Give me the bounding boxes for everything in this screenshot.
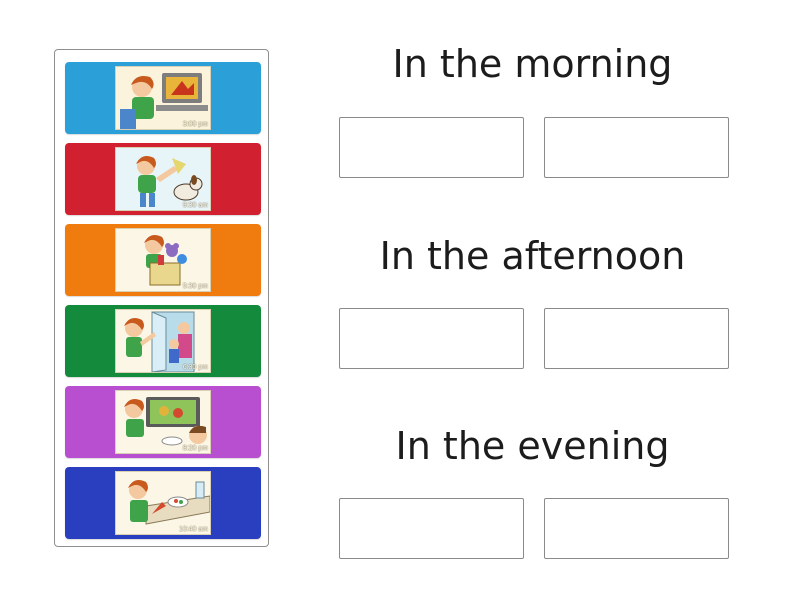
- scene-image: 8:20 pm: [115, 390, 211, 454]
- scene-image: 10:40 am: [115, 471, 211, 535]
- card-time-label: 9:30 am: [182, 202, 208, 209]
- scene-image: 3:00 pm: [115, 66, 211, 130]
- picture-card-tv[interactable]: 8:20 pm: [65, 386, 261, 458]
- group-heading-evening: In the evening: [395, 424, 670, 468]
- drop-zone-afternoon-1[interactable]: [339, 308, 524, 369]
- drop-zone-evening-2[interactable]: [544, 498, 729, 559]
- picture-card-computer[interactable]: 3:00 pm: [65, 62, 261, 134]
- picture-card-dog[interactable]: 9:30 am: [65, 143, 261, 215]
- card-time-label: 8:20 pm: [182, 445, 208, 452]
- picture-card-meal[interactable]: 10:40 am: [65, 467, 261, 539]
- card-tray: 3:00 pm 9:30 am 5:30 pm 6:30 pm 8:20 pm …: [54, 49, 269, 547]
- group-heading-morning: In the morning: [392, 42, 673, 86]
- card-time-label: 5:30 pm: [182, 283, 208, 290]
- drop-zone-afternoon-2[interactable]: [544, 308, 729, 369]
- card-time-label: 10:40 am: [178, 526, 208, 533]
- drop-zone-morning-2[interactable]: [544, 117, 729, 178]
- card-time-label: 6:30 pm: [182, 364, 208, 371]
- scene-image: 5:30 pm: [115, 228, 211, 292]
- group-sort-activity: 3:00 pm 9:30 am 5:30 pm 6:30 pm 8:20 pm …: [0, 0, 800, 600]
- picture-card-toys[interactable]: 5:30 pm: [65, 224, 261, 296]
- group-heading-afternoon: In the afternoon: [379, 234, 686, 278]
- scene-image: 6:30 pm: [115, 309, 211, 373]
- card-time-label: 3:00 pm: [182, 121, 208, 128]
- scene-image: 9:30 am: [115, 147, 211, 211]
- drop-zone-morning-1[interactable]: [339, 117, 524, 178]
- drop-zone-evening-1[interactable]: [339, 498, 524, 559]
- picture-card-door[interactable]: 6:30 pm: [65, 305, 261, 377]
